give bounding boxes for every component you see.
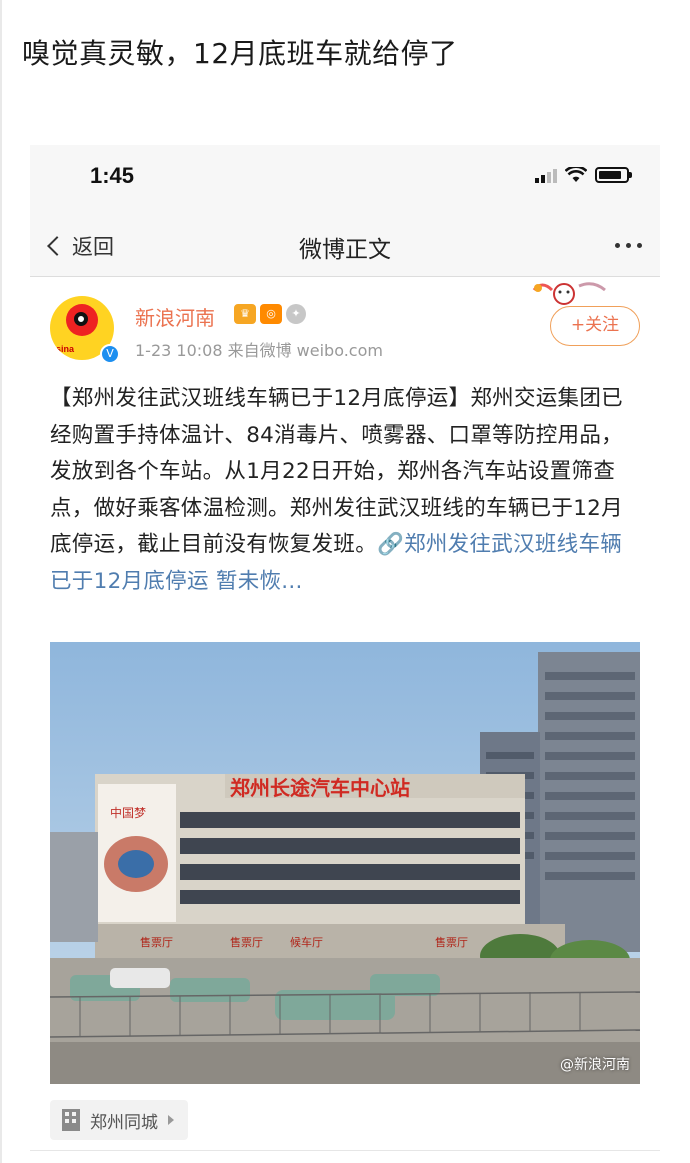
svg-text:售票厅: 售票厅: [140, 935, 173, 949]
status-time: 1:45: [90, 163, 135, 188]
crown-badge-icon: ♛: [234, 304, 256, 324]
svg-text:售票厅: 售票厅: [230, 935, 263, 949]
medal-badge-icon: ✦: [286, 304, 306, 324]
status-icons: [535, 167, 632, 183]
post-text: 【郑州发往武汉班线车辆已于12月底停运】郑州交运集团已经购置手持体温计、84消毒…: [50, 381, 640, 600]
page-title: 微博正文: [299, 237, 391, 263]
vip-badge-icon: ◎: [260, 304, 282, 324]
station-sign: 郑州长途汽车中心站: [230, 776, 410, 800]
weibo-screenshot: 1:45 返回 微博正文 sina V 新浪河南 ♛ ◎ ✦ 1-23 10:0…: [30, 145, 660, 1163]
wifi-icon: [565, 167, 587, 182]
image-watermark: @新浪河南: [560, 1057, 630, 1073]
svg-text:候车厅: 候车厅: [290, 935, 323, 949]
divider: [30, 1150, 660, 1151]
page-left-border: [0, 0, 2, 1163]
location-label: 郑州同城: [90, 1112, 158, 1133]
svg-text:中国梦: 中国梦: [110, 805, 146, 820]
chevron-right-icon: [168, 1115, 174, 1125]
svg-text:售票厅: 售票厅: [435, 935, 468, 949]
post-caption: 嗅觉真灵敏，12月底班车就给停了: [22, 37, 458, 70]
building-icon: [62, 1109, 80, 1131]
more-options-icon[interactable]: [615, 243, 642, 248]
status-bar: 1:45: [30, 145, 660, 215]
battery-icon: [595, 167, 629, 183]
verified-icon: V: [100, 344, 120, 364]
badges: ♛ ◎ ✦: [234, 304, 306, 324]
sina-logo-icon: [66, 304, 98, 336]
post-header: sina V 新浪河南 ♛ ◎ ✦ 1-23 10:08 来自微博 weibo.…: [30, 282, 660, 370]
signal-icon: [535, 167, 557, 183]
bus-station-photo: 中国梦 郑州长途汽车中心站 售票厅 售票厅 候车厅 售票厅: [50, 642, 640, 1084]
post-meta: 1-23 10:08 来自微博 weibo.com: [135, 341, 383, 360]
nav-bar: 返回 微博正文: [30, 215, 660, 277]
follow-button[interactable]: +关注: [550, 306, 640, 346]
author-name[interactable]: 新浪河南: [135, 302, 215, 331]
location-chip[interactable]: 郑州同城: [50, 1100, 188, 1140]
post-image[interactable]: 中国梦 郑州长途汽车中心站 售票厅 售票厅 候车厅 售票厅 @新浪河南: [50, 642, 640, 1084]
